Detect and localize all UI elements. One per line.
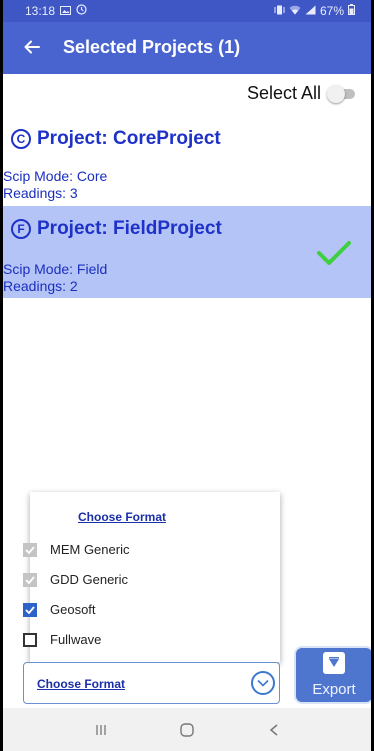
checkbox-icon[interactable] — [23, 602, 37, 617]
system-nav-bar — [3, 708, 371, 751]
project-readings: Readings: 3 — [3, 185, 78, 201]
format-menu-header: Choose Format — [78, 510, 167, 524]
status-bar: 13:18 67% — [3, 0, 371, 22]
image-icon — [60, 4, 72, 18]
checkmark-icon — [317, 240, 351, 271]
project-title: Project: FieldProject — [37, 218, 222, 239]
project-mode: Scip Mode: Core — [3, 168, 108, 184]
export-label: Export — [312, 681, 356, 698]
core-project-icon: C — [11, 129, 31, 149]
recent-apps-button[interactable] — [89, 718, 113, 742]
project-readings: Readings: 2 — [3, 278, 78, 294]
signal-icon — [305, 4, 316, 18]
format-option-label: Fullwave — [50, 632, 102, 647]
project-mode: Scip Mode: Field — [3, 261, 108, 277]
format-option-fullwave[interactable]: Fullwave — [23, 632, 101, 647]
format-option-geosoft[interactable]: Geosoft — [23, 602, 96, 617]
app-bar: Selected Projects (1) — [3, 22, 371, 74]
checkbox-icon — [23, 572, 37, 587]
phone-screen: 13:18 67% Selected Projects (1) Select A… — [3, 0, 371, 751]
format-option-label: GDD Generic — [50, 572, 129, 587]
checkbox-icon[interactable] — [23, 632, 37, 647]
format-option-gdd-generic: GDD Generic — [23, 572, 128, 587]
battery-percent: 67% — [319, 4, 344, 18]
status-time: 13:18 — [25, 4, 56, 18]
format-picker[interactable]: Choose Format — [23, 662, 280, 704]
sync-icon — [76, 4, 87, 18]
download-icon — [323, 652, 345, 674]
page-title: Selected Projects (1) — [63, 37, 241, 57]
format-option-mem-generic: MEM Generic — [23, 542, 129, 557]
back-button[interactable] — [17, 32, 47, 62]
battery-icon — [348, 4, 355, 18]
select-all-toggle[interactable] — [327, 84, 357, 103]
field-project-icon: F — [11, 219, 31, 239]
back-nav-button[interactable] — [262, 718, 286, 742]
checkbox-icon — [23, 542, 37, 557]
export-button[interactable]: Export — [294, 646, 371, 704]
select-all-control[interactable]: Select All — [247, 83, 357, 104]
arrow-left-icon — [24, 40, 40, 54]
format-option-label: MEM Generic — [50, 542, 130, 557]
vibrate-icon — [274, 4, 285, 18]
project-title: Project: CoreProject — [37, 128, 221, 149]
format-picker-label: Choose Format — [37, 677, 126, 691]
chevron-down-icon[interactable] — [251, 671, 275, 695]
format-option-label: Geosoft — [50, 602, 96, 617]
wifi-icon — [289, 4, 301, 18]
project-item-fieldproject[interactable]: F Project: FieldProject Scip Mode: Field… — [3, 206, 371, 298]
select-all-label: Select All — [246, 83, 321, 103]
home-button[interactable] — [175, 718, 199, 742]
project-item-coreproject[interactable]: C Project: CoreProject Scip Mode: Core R… — [3, 118, 371, 204]
